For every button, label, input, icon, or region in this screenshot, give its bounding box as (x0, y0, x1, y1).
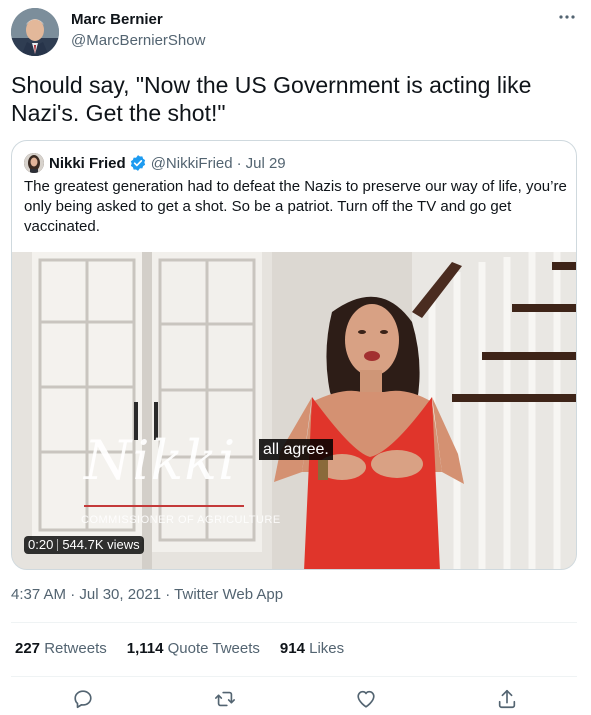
verified-badge-icon (129, 154, 147, 172)
reply-icon[interactable] (70, 686, 96, 712)
tweet-source[interactable]: Twitter Web App (174, 586, 283, 603)
tweet-stats: 227 Retweets 1,114 Quote Tweets 914 Like… (15, 640, 364, 657)
tweet-timestamp: 4:37 AM · Jul 30, 2021 · Twitter Web App (11, 586, 283, 603)
divider (11, 676, 577, 677)
retweet-icon[interactable] (212, 686, 238, 712)
quote-tweets-count: 1,114 (126, 640, 164, 657)
quoted-tweet[interactable]: Nikki Fried @NikkiFried · Jul 29 The gre… (11, 140, 577, 570)
author-name[interactable]: Marc Bernier (71, 11, 205, 29)
quoted-author-avatar[interactable] (24, 153, 44, 173)
retweets-count: 227 (15, 640, 41, 657)
quoted-author-name[interactable]: Nikki Fried (49, 155, 126, 172)
tweet-text: Should say, "Now the US Government is ac… (11, 72, 532, 126)
video-views: 544.7K views (62, 537, 140, 552)
quoted-author-handle[interactable]: @NikkiFried (151, 155, 233, 172)
action-bar (0, 686, 591, 712)
more-horizontal-icon[interactable] (558, 8, 576, 31)
share-icon[interactable] (494, 686, 520, 712)
quoted-tweet-header: Nikki Fried @NikkiFried · Jul 29 (24, 153, 286, 173)
video-watermark-name: Nikki (84, 429, 237, 492)
author-handle[interactable]: @MarcBernierShow (71, 32, 205, 50)
author-avatar[interactable] (11, 8, 59, 56)
divider (11, 622, 577, 623)
quote-tweets-label: Quote Tweets (167, 640, 260, 657)
video-watermark-title: COMMISSIONER OF AGRICULTURE (81, 514, 281, 526)
author-avatar-image (11, 8, 59, 56)
video-player[interactable]: Nikki COMMISSIONER OF AGRICULTURE all ag… (12, 252, 576, 569)
video-duration: 0:20 (28, 537, 54, 552)
like-icon[interactable] (353, 686, 379, 712)
quote-tweets-stat[interactable]: 1,114 Quote Tweets (127, 640, 260, 657)
quoted-tweet-text: The greatest generation had to defeat th… (24, 178, 567, 235)
retweets-stat[interactable]: 227 Retweets (15, 640, 107, 657)
likes-label: Likes (309, 640, 345, 657)
video-meta-badge: 0:20 544.7K views (24, 536, 144, 554)
video-subtitle: all agree. (259, 439, 333, 460)
likes-count: 914 (279, 640, 305, 657)
header-separator: · (236, 154, 242, 172)
tweet-datetime[interactable]: 4:37 AM · Jul 30, 2021 · (11, 586, 174, 603)
quoted-tweet-date[interactable]: Jul 29 (246, 155, 286, 172)
retweets-label: Retweets (44, 640, 107, 657)
likes-stat[interactable]: 914 Likes (280, 640, 344, 657)
